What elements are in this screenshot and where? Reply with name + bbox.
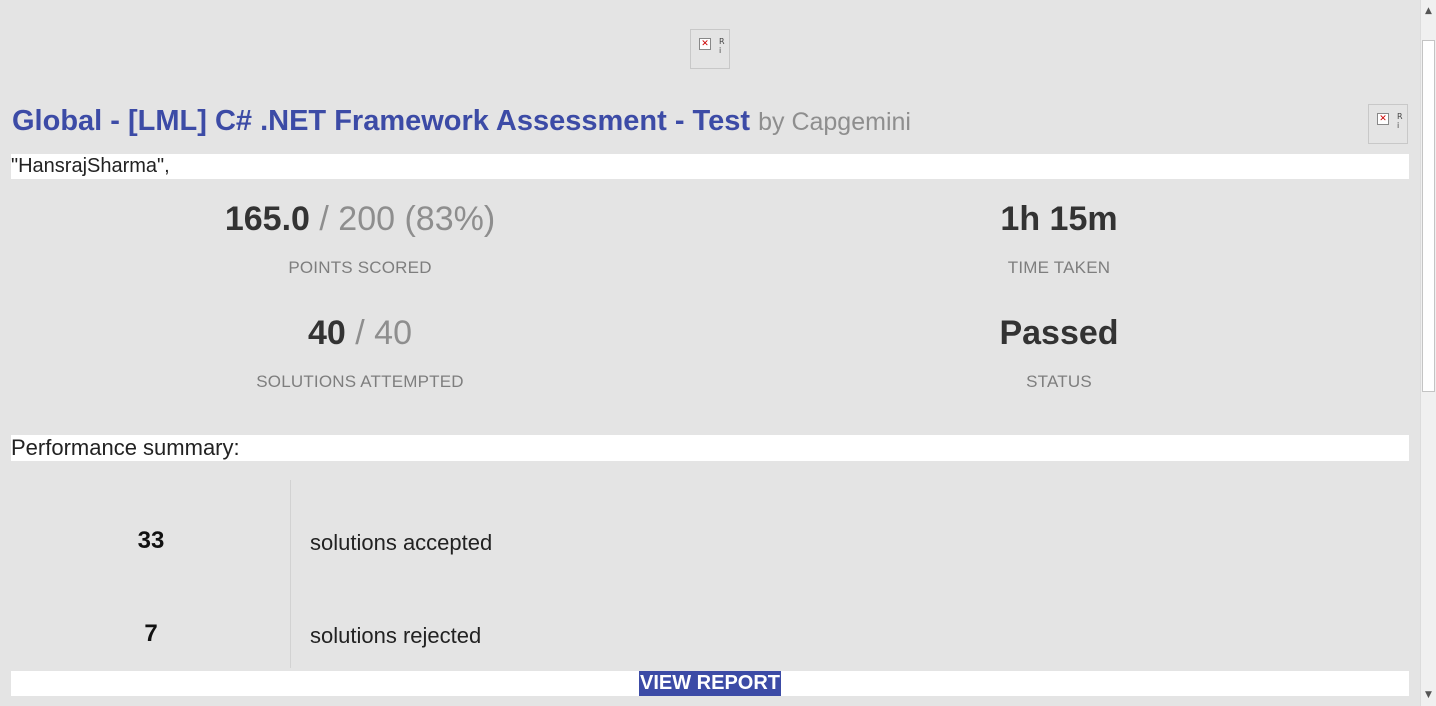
solutions-attempted: 40 — [308, 314, 346, 352]
solutions-total: / 40 — [355, 314, 412, 352]
broken-image-icon: ✕ — [699, 38, 711, 50]
status-stat: Passed STATUS — [809, 314, 1309, 392]
status-label: STATUS — [1026, 372, 1092, 391]
solutions-label: SOLUTIONS ATTEMPTED — [256, 372, 464, 391]
points-value: 165.0 / 200 (83%) — [110, 200, 610, 239]
scroll-up-arrow-icon[interactable]: ▲ — [1421, 2, 1436, 20]
solutions-value: 40 / 40 — [110, 314, 610, 353]
time-value: 1h 15m — [1000, 200, 1118, 238]
scrollbar-thumb[interactable] — [1422, 40, 1435, 392]
status-value: Passed — [999, 314, 1119, 352]
points-label: POINTS SCORED — [288, 258, 432, 277]
points-total: / 200 (83%) — [319, 200, 496, 238]
candidate-name: "HansrajSharma", — [11, 154, 1409, 179]
image-alt-text: R i — [719, 37, 725, 55]
broken-logo-image: ✕ R i — [690, 29, 730, 69]
broken-image-icon: ✕ — [1377, 113, 1389, 125]
broken-company-logo-image: ✕ R i — [1368, 104, 1408, 144]
performance-summary-heading: Performance summary: — [11, 435, 1409, 461]
solutions-attempted-stat: 40 / 40 SOLUTIONS ATTEMPTED — [110, 314, 610, 392]
points-score: 165.0 — [224, 200, 310, 238]
page-title: Global - [LML] C# .NET Framework Assessm… — [12, 105, 911, 138]
rejected-count: 7 — [144, 620, 158, 647]
assessment-title: Global - [LML] C# .NET Framework Assessm… — [12, 105, 751, 137]
report-page: ✕ R i Global - [LML] C# .NET Framework A… — [0, 0, 1436, 706]
scroll-down-arrow-icon[interactable]: ▼ — [1421, 686, 1436, 704]
time-taken-stat: 1h 15m TIME TAKEN — [809, 200, 1309, 278]
view-report-button[interactable]: VIEW REPORT — [638, 671, 781, 696]
accepted-label: solutions accepted — [310, 530, 493, 555]
accepted-count: 33 — [137, 527, 165, 554]
time-label: TIME TAKEN — [1007, 258, 1111, 277]
points-scored-stat: 165.0 / 200 (83%) POINTS SCORED — [110, 200, 610, 278]
report-action-bar: VIEW REPORT — [11, 671, 1409, 696]
company-byline: by Capgemini — [758, 108, 911, 136]
rejected-label: solutions rejected — [310, 623, 482, 648]
image-alt-text: R i — [1397, 112, 1403, 130]
vertical-scrollbar[interactable]: ▲ ▼ — [1420, 0, 1436, 706]
